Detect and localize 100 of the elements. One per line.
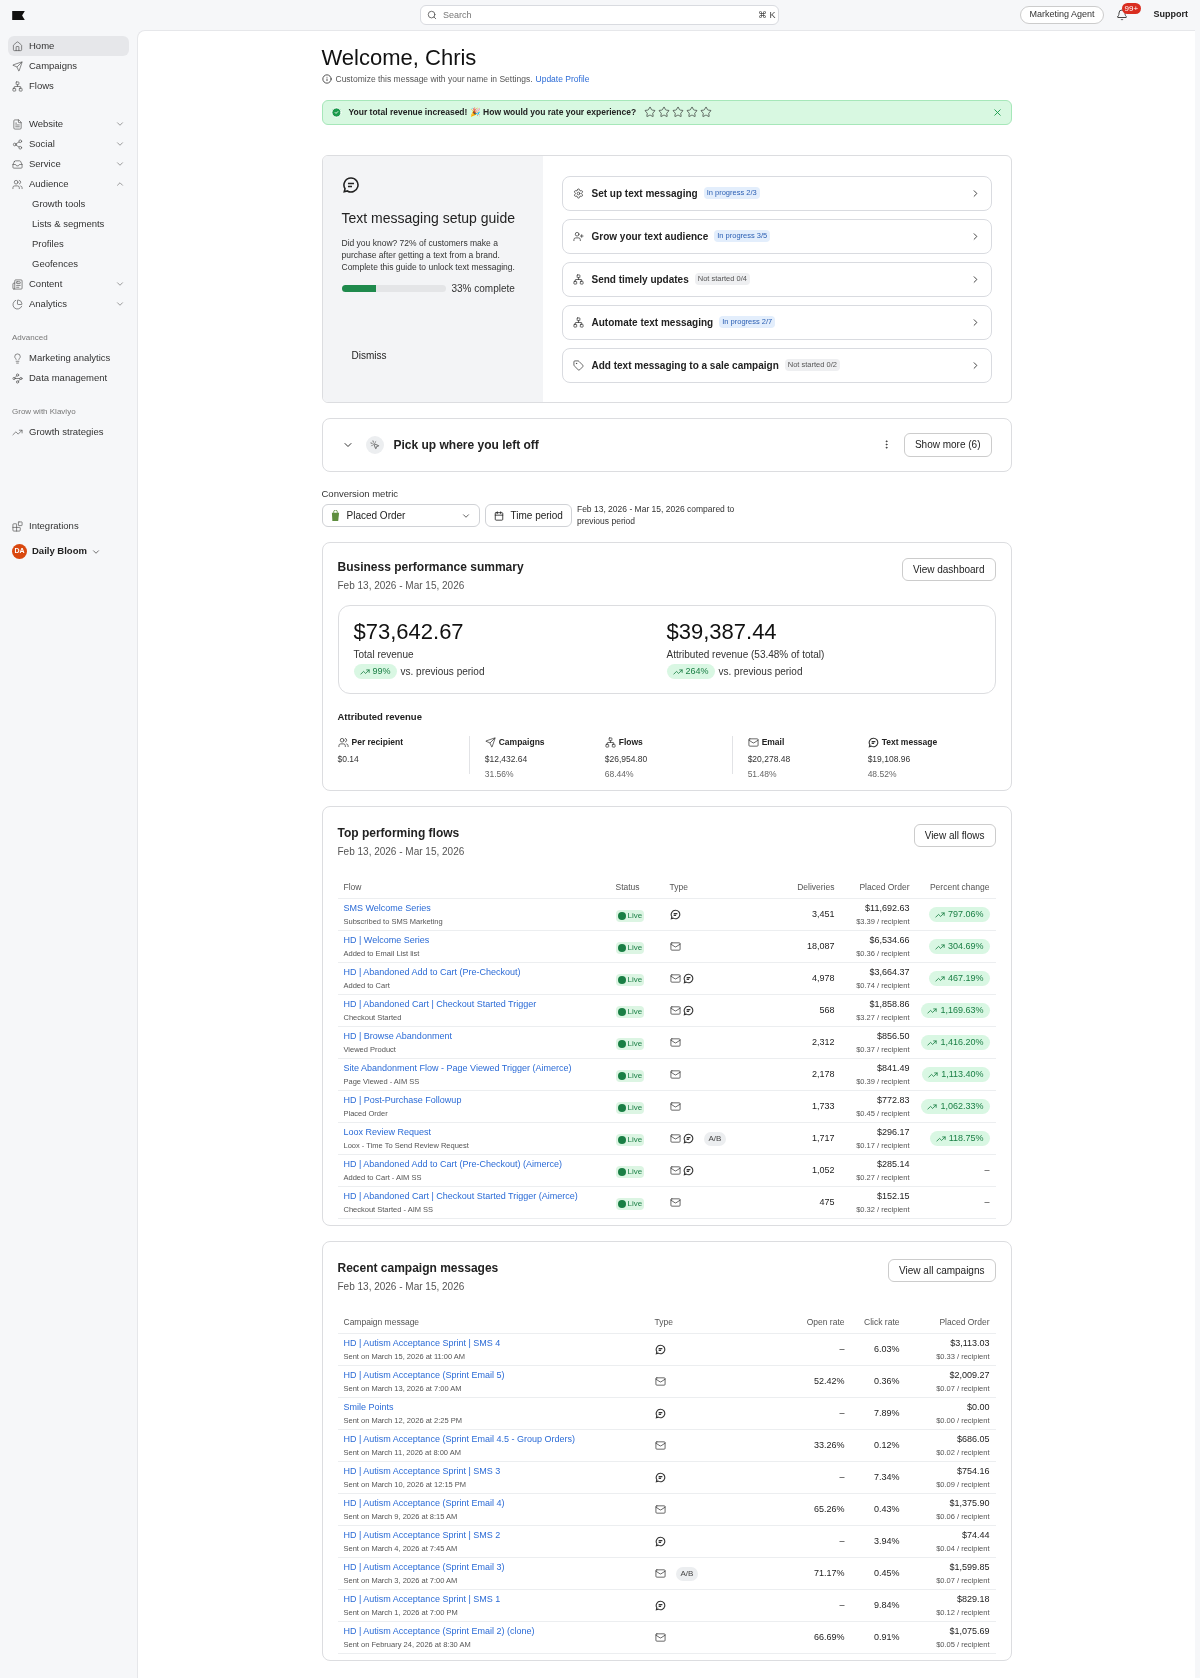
flow-link[interactable]: HD | Abandoned Cart | Checkout Started Trigger [343, 998, 616, 1012]
sidebar-item[interactable]: Campaigns [8, 56, 129, 76]
table-cell: $296.17 [876, 1126, 910, 1140]
campaign-link[interactable]: HD | Autism Acceptance (Sprint Email 4) [343, 1497, 655, 1511]
live-badge: Live [615, 1069, 645, 1082]
revenue-label: Attributed revenue (53.48% of total) [666, 648, 826, 662]
sidebar-subitem[interactable]: Profiles [8, 234, 129, 254]
flow-link[interactable]: HD | Abandoned Add to Cart (Pre-Checkout) [343, 966, 616, 980]
sidebar-subitem[interactable]: Lists & segments [8, 214, 129, 234]
notification-badge: 99+ [1121, 3, 1142, 14]
table-cell-text: 18,087 [805, 939, 835, 953]
show-more-button[interactable]: Show more (6) [903, 432, 992, 457]
close-icon[interactable] [991, 106, 1003, 118]
sidebar-item[interactable]: Flows [8, 76, 129, 96]
step-icon [572, 187, 584, 199]
sidebar-item[interactable]: Audience [8, 174, 129, 194]
bell-icon[interactable] [1115, 9, 1128, 21]
sidebar-item[interactable]: Analytics [8, 294, 129, 314]
dismiss-button[interactable]: Dismiss [341, 345, 397, 366]
table-cell-text: 52.42% [812, 1374, 845, 1388]
sidebar-item[interactable]: Growth strategies [8, 422, 129, 442]
table-cell: $856.50 [876, 1030, 910, 1044]
nav-icon [12, 372, 23, 384]
change-badge: 264% [666, 664, 715, 679]
support-link[interactable]: Support [1153, 8, 1188, 22]
flow-link[interactable]: Site Abandonment Flow - Page Viewed Trigger (Aimerce) [343, 1062, 616, 1076]
flow-link[interactable]: Loox Review Request [343, 1126, 616, 1140]
table-cell-text: 1,717 [810, 1131, 835, 1145]
change-badge: 1,416.20% [921, 1035, 990, 1050]
flow-link[interactable]: SMS Welcome Series [343, 902, 616, 916]
date-range: Feb 13, 2026 - Mar 15, 2026 [337, 845, 465, 859]
change-badge: 467.19% [928, 971, 990, 986]
card-button[interactable]: View all campaigns [888, 1259, 996, 1282]
campaign-link[interactable]: HD | Autism Acceptance Sprint | SMS 3 [343, 1465, 655, 1479]
table-cell-text: 7.89% [872, 1406, 900, 1420]
flow-link[interactable]: HD | Browse Abandonment [343, 1030, 616, 1044]
sidebar-item[interactable]: Service [8, 154, 129, 174]
table-cell-text: 71.17% [812, 1566, 845, 1580]
step-icon [572, 230, 584, 242]
sidebar-subitem[interactable]: Geofences [8, 254, 129, 274]
time-period-button[interactable]: Time period [484, 504, 572, 527]
nav-icon [12, 298, 23, 310]
star-rating[interactable] [644, 106, 713, 119]
campaign-link[interactable]: HD | Autism Acceptance (Sprint Email 2) (clone) [343, 1625, 655, 1639]
live-badge: Live [615, 973, 645, 986]
card-title: Business performance summary [337, 559, 524, 576]
table-cell-text: – [838, 1406, 845, 1420]
table-cell: $754.16 [956, 1465, 990, 1479]
stat-value: $26,954.80 [604, 753, 649, 766]
table-cell-text: 66.69% [812, 1630, 845, 1644]
sidebar-item[interactable]: Marketing analytics [8, 348, 129, 368]
nav-icon [12, 138, 23, 150]
campaign-link[interactable]: HD | Autism Acceptance (Sprint Email 4.5 - Group Orders) [343, 1433, 655, 1447]
sidebar-subitem[interactable]: Growth tools [8, 194, 129, 214]
calendar-icon [493, 510, 504, 521]
flow-link[interactable]: HD | Abandoned Cart | Checkout Started Trigger (Aimerce) [343, 1190, 616, 1204]
table-cell-text: 7.34% [872, 1470, 900, 1484]
step-label: Automate text messaging [591, 315, 714, 330]
column-header: Flow [343, 881, 363, 894]
campaign-link[interactable]: HD | Autism Acceptance (Sprint Email 3) [343, 1561, 655, 1575]
flow-link[interactable]: HD | Post-Purchase Followup [343, 1094, 616, 1108]
live-badge: Live [615, 941, 645, 954]
campaign-link[interactable]: HD | Autism Acceptance Sprint | SMS 1 [343, 1593, 655, 1607]
sidebar-item[interactable]: Website [8, 114, 129, 134]
step-label: Send timely updates [591, 272, 689, 287]
revenue-label: Total revenue [353, 648, 415, 662]
sidebar-item[interactable]: Integrations [8, 516, 129, 536]
table-cell: $829.18 [956, 1593, 990, 1607]
campaign-link[interactable]: HD | Autism Acceptance (Sprint Email 5) [343, 1369, 655, 1383]
table-cell-text: 3,451 [810, 907, 835, 921]
sidebar-item[interactable]: Social [8, 134, 129, 154]
change-badge: 118.75% [929, 1131, 990, 1146]
sidebar-item[interactable]: Home [8, 36, 129, 56]
card-button[interactable]: View dashboard [901, 558, 996, 581]
table-cell: $74.44 [961, 1529, 990, 1543]
cursor-click-icon [365, 435, 384, 454]
table-cell-text: 3.94% [872, 1534, 900, 1548]
table-cell-text: 568 [818, 1003, 835, 1017]
logo-icon[interactable] [12, 10, 25, 20]
table-cell: $3,664.37 [869, 966, 910, 980]
flow-link[interactable]: HD | Welcome Series [343, 934, 616, 948]
account-name[interactable]: Daily Bloom [32, 544, 87, 559]
page-title: Welcome, Chris [321, 45, 478, 71]
flow-link[interactable]: HD | Abandoned Add to Cart (Pre-Checkout) (Aimerce) [343, 1158, 616, 1172]
card-title: Top performing flows [337, 825, 461, 842]
nav-icon [12, 178, 23, 190]
card-button[interactable]: View all flows [913, 824, 996, 847]
table-cell: $1,375.90 [949, 1497, 990, 1511]
sidebar-item[interactable]: Content [8, 274, 129, 294]
update-profile-link[interactable]: Update Profile [535, 73, 590, 86]
metric-select[interactable]: Placed Order [321, 504, 480, 527]
campaign-link[interactable]: HD | Autism Acceptance Sprint | SMS 4 [343, 1337, 655, 1351]
card-title: Recent campaign messages [337, 1260, 499, 1277]
stat-label: Email [761, 736, 785, 749]
table-cell: $6,534.66 [869, 934, 910, 948]
campaign-link[interactable]: HD | Autism Acceptance Sprint | SMS 2 [343, 1529, 655, 1543]
agent-button[interactable]: Marketing Agent [1020, 6, 1104, 24]
campaign-link[interactable]: Smile Points [343, 1401, 655, 1415]
stat-icon [604, 737, 616, 749]
sidebar-item[interactable]: Data management [8, 368, 129, 388]
